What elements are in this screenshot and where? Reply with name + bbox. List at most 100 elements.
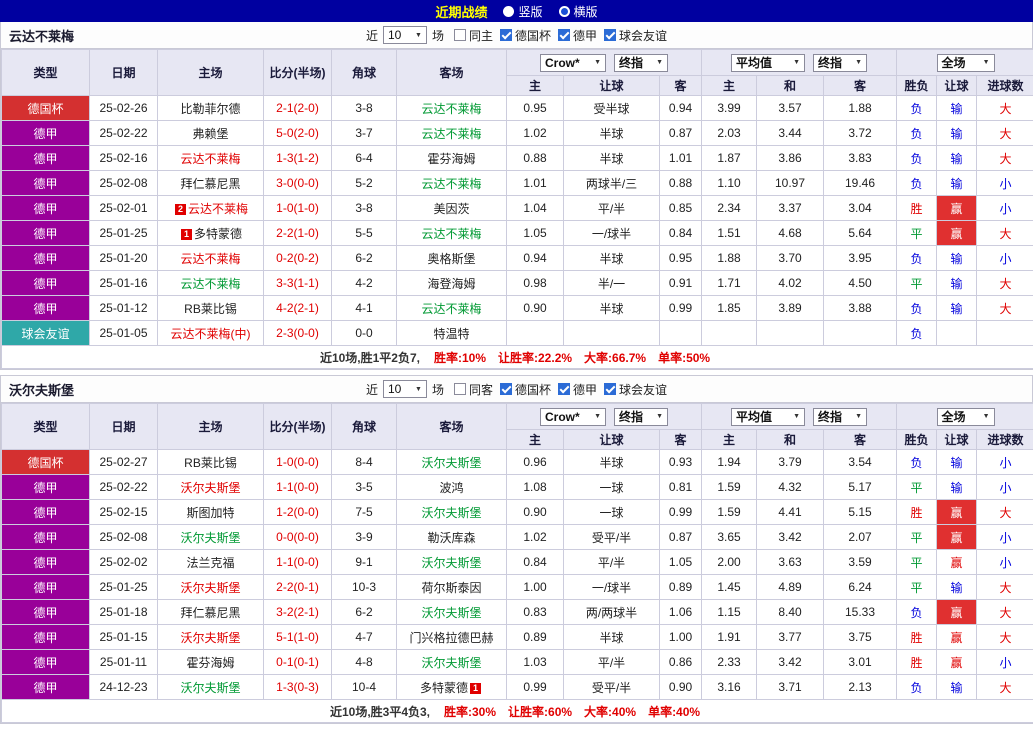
filter-checkbox[interactable]: 同客 xyxy=(454,381,493,398)
cell-away[interactable]: 奥格斯堡 xyxy=(397,246,507,271)
cell-wdl: 负 xyxy=(897,450,937,475)
cell-away[interactable]: 云达不莱梅 xyxy=(397,296,507,321)
cell-home[interactable]: 法兰克福 xyxy=(158,550,264,575)
cell-away[interactable]: 沃尔夫斯堡 xyxy=(397,550,507,575)
recent-count-select[interactable]: 10 ▼ xyxy=(383,380,427,398)
cell-home[interactable]: 比勒菲尔德 xyxy=(158,96,264,121)
final-index-select[interactable]: 终指 ▼ xyxy=(614,408,668,426)
crown-odds-select[interactable]: Crow* ▼ xyxy=(540,54,606,72)
filter-checkbox[interactable]: 德甲 xyxy=(558,27,597,44)
cell-home[interactable]: 2云达不莱梅 xyxy=(158,196,264,221)
cell-home[interactable]: 拜仁慕尼黑 xyxy=(158,171,264,196)
cell-home[interactable]: 沃尔夫斯堡 xyxy=(158,475,264,500)
final-index-select[interactable]: 终指 ▼ xyxy=(614,54,668,72)
cell-e3: 15.33 xyxy=(824,600,897,625)
cell-date: 25-01-15 xyxy=(90,625,158,650)
cell-away[interactable]: 美因茨 xyxy=(397,196,507,221)
summary-stat: 大率:40% xyxy=(584,705,636,719)
cell-type: 德国杯 xyxy=(2,450,90,475)
filter-checkbox[interactable]: 球会友谊 xyxy=(604,381,667,398)
cell-home[interactable]: RB莱比锡 xyxy=(158,296,264,321)
filter-checkbox[interactable]: 德国杯 xyxy=(500,381,551,398)
cell-home[interactable]: 云达不莱梅 xyxy=(158,246,264,271)
cell-e2: 3.63 xyxy=(757,550,824,575)
cell-e1: 2.33 xyxy=(702,650,757,675)
filter-checkbox-label: 同客 xyxy=(469,381,493,398)
cell-corner: 8-4 xyxy=(332,450,397,475)
cell-home[interactable]: 1多特蒙德 xyxy=(158,221,264,246)
radio-vertical-layout[interactable]: 竖版 xyxy=(503,3,542,20)
cell-score: 1-3(1-2) xyxy=(264,146,332,171)
cell-home[interactable]: 弗赖堡 xyxy=(158,121,264,146)
summary-stat: 大率:66.7% xyxy=(584,351,646,365)
cell-e2: 10.97 xyxy=(757,171,824,196)
cell-away[interactable]: 荷尔斯泰因 xyxy=(397,575,507,600)
cell-corner: 6-4 xyxy=(332,146,397,171)
cell-e2: 3.71 xyxy=(757,675,824,700)
cell-home[interactable]: 拜仁慕尼黑 xyxy=(158,600,264,625)
crown-odds-select[interactable]: Crow* ▼ xyxy=(540,408,606,426)
cell-home[interactable]: 云达不莱梅(中) xyxy=(158,321,264,346)
cell-date: 25-02-22 xyxy=(90,121,158,146)
cell-e1: 2.03 xyxy=(702,121,757,146)
full-match-select[interactable]: 全场 ▼ xyxy=(937,408,995,426)
radio-horizontal-layout[interactable]: 横版 xyxy=(559,3,598,20)
filter-checkbox[interactable]: 同主 xyxy=(454,27,493,44)
cell-away[interactable]: 云达不莱梅 xyxy=(397,171,507,196)
cell-away[interactable]: 特温特 xyxy=(397,321,507,346)
filter-checkbox[interactable]: 德国杯 xyxy=(500,27,551,44)
chevron-down-icon: ▼ xyxy=(415,32,422,39)
cell-corner: 3-9 xyxy=(332,525,397,550)
cell-home[interactable]: 霍芬海姆 xyxy=(158,650,264,675)
cell-corner: 7-5 xyxy=(332,500,397,525)
result-row: 德甲25-02-08拜仁慕尼黑3-0(0-0)5-2云达不莱梅1.01两球半/三… xyxy=(2,171,1033,196)
cell-let: 输 xyxy=(937,575,977,600)
cell-home[interactable]: 云达不莱梅 xyxy=(158,146,264,171)
cell-away[interactable]: 勒沃库森 xyxy=(397,525,507,550)
page-title: 近期战绩 xyxy=(435,2,487,21)
filter-checkbox[interactable]: 德甲 xyxy=(558,381,597,398)
cell-home[interactable]: 沃尔夫斯堡 xyxy=(158,675,264,700)
cell-home[interactable]: 斯图加特 xyxy=(158,500,264,525)
summary-stat: 胜率:10% xyxy=(434,351,486,365)
cell-home[interactable]: 沃尔夫斯堡 xyxy=(158,575,264,600)
cell-date: 25-02-26 xyxy=(90,96,158,121)
column-header-score: 比分(半场) xyxy=(264,50,332,96)
average-odds-select[interactable]: 平均值 ▼ xyxy=(731,408,805,426)
filter-checkbox[interactable]: 球会友谊 xyxy=(604,27,667,44)
cell-score: 5-0(2-0) xyxy=(264,121,332,146)
cell-away[interactable]: 云达不莱梅 xyxy=(397,96,507,121)
cell-away[interactable]: 云达不莱梅 xyxy=(397,221,507,246)
cell-away[interactable]: 沃尔夫斯堡 xyxy=(397,500,507,525)
cell-e1: 1.59 xyxy=(702,475,757,500)
cell-o1: 1.08 xyxy=(507,475,564,500)
final-index-select-2[interactable]: 终指 ▼ xyxy=(813,408,867,426)
cell-away[interactable]: 沃尔夫斯堡 xyxy=(397,650,507,675)
cell-away[interactable]: 海登海姆 xyxy=(397,271,507,296)
cell-e1: 2.34 xyxy=(702,196,757,221)
full-match-select[interactable]: 全场 ▼ xyxy=(937,54,995,72)
recent-count-select[interactable]: 10 ▼ xyxy=(383,26,427,44)
cell-home[interactable]: 云达不莱梅 xyxy=(158,271,264,296)
average-odds-select[interactable]: 平均值 ▼ xyxy=(731,54,805,72)
cell-away[interactable]: 沃尔夫斯堡 xyxy=(397,450,507,475)
cell-score: 1-2(0-0) xyxy=(264,500,332,525)
cell-corner: 4-2 xyxy=(332,271,397,296)
cell-home[interactable]: 沃尔夫斯堡 xyxy=(158,625,264,650)
cell-away[interactable]: 波鸿 xyxy=(397,475,507,500)
cell-hcap: 受平/半 xyxy=(564,525,660,550)
cell-away[interactable]: 霍芬海姆 xyxy=(397,146,507,171)
cell-away[interactable]: 门兴格拉德巴赫 xyxy=(397,625,507,650)
cell-home[interactable]: 沃尔夫斯堡 xyxy=(158,525,264,550)
cell-ou: 小 xyxy=(977,525,1033,550)
cell-away[interactable]: 云达不莱梅 xyxy=(397,121,507,146)
cell-ou xyxy=(977,321,1033,346)
cell-away[interactable]: 沃尔夫斯堡 xyxy=(397,600,507,625)
filter-checkbox-label: 德甲 xyxy=(573,381,597,398)
cell-home[interactable]: RB莱比锡 xyxy=(158,450,264,475)
final-index-select-2[interactable]: 终指 ▼ xyxy=(813,54,867,72)
cell-e2: 8.40 xyxy=(757,600,824,625)
result-row: 德甲24-12-23沃尔夫斯堡1-3(0-3)10-4多特蒙德10.99受平/半… xyxy=(2,675,1033,700)
cell-away[interactable]: 多特蒙德1 xyxy=(397,675,507,700)
column-header-date: 日期 xyxy=(90,404,158,450)
